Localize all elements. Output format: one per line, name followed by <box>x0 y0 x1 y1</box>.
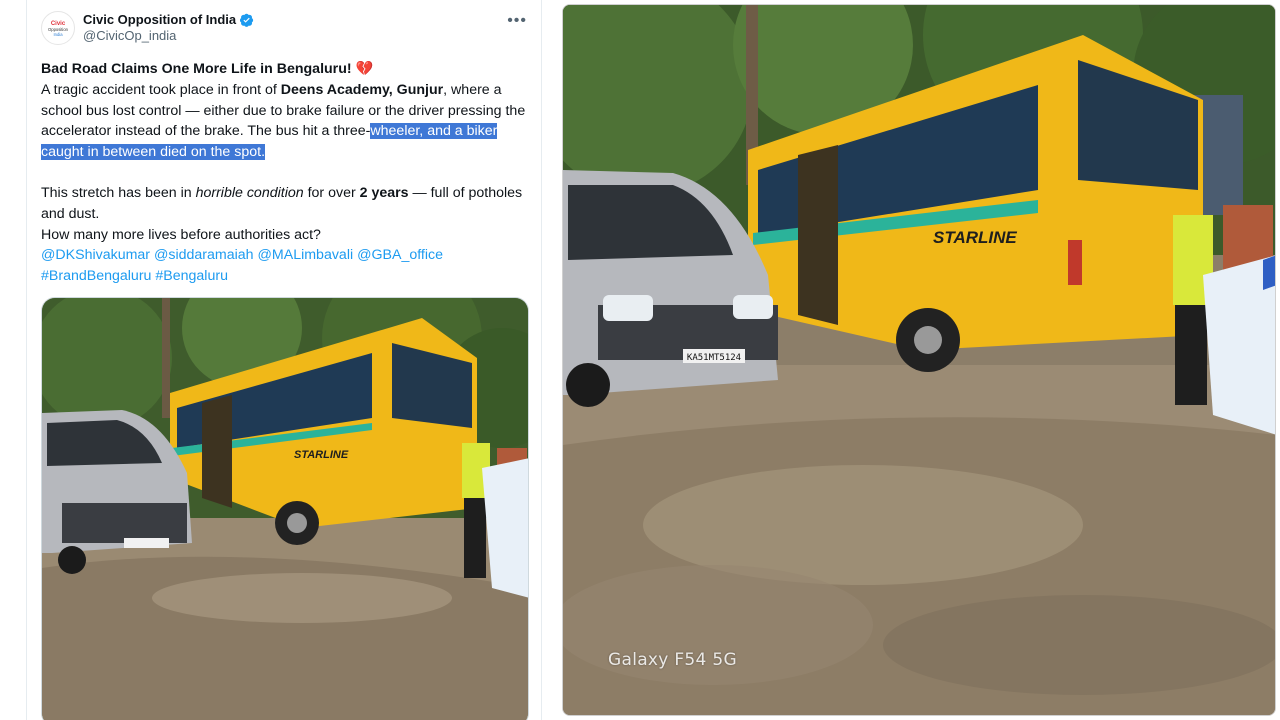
author-handle[interactable]: @CivicOp_india <box>83 28 254 44</box>
tweet-text: Bad Road Claims One More Life in Bengalu… <box>41 59 527 287</box>
avatar[interactable]: Civic Opposition India <box>41 11 75 45</box>
hashtag-link[interactable]: #BrandBengaluru <box>41 268 151 284</box>
camera-watermark: Galaxy F54 5G <box>608 650 737 670</box>
author-display-name[interactable]: Civic Opposition of India <box>83 12 236 28</box>
tweet-card: Civic Opposition India Civic Opposition … <box>26 0 542 720</box>
hashtag-link[interactable]: #Bengaluru <box>155 268 228 284</box>
tweet-paragraph-3: How many more lives before authorities a… <box>41 226 321 243</box>
svg-text:India: India <box>53 32 63 37</box>
tweet-header: Civic Opposition India Civic Opposition … <box>41 10 527 46</box>
hashtags-line: #BrandBengaluru #Bengaluru <box>41 266 527 287</box>
more-options-icon[interactable]: ••• <box>507 12 527 30</box>
tweet-headline: Bad Road Claims One More Life in Bengalu… <box>41 61 374 77</box>
mention-link[interactable]: @MALimbavali <box>258 247 354 263</box>
mention-link[interactable]: @GBA_office <box>357 247 443 263</box>
verified-badge-icon <box>240 13 254 27</box>
avatar-logo-icon: Civic Opposition India <box>44 14 72 42</box>
author-names: Civic Opposition of India @CivicOp_india <box>83 12 254 44</box>
svg-text:STARLINE: STARLINE <box>933 228 1017 247</box>
tweet-paragraph-2: This stretch has been in horrible condit… <box>41 184 523 222</box>
mention-link[interactable]: @siddaramaiah <box>154 247 254 263</box>
broken-heart-icon: 💔 <box>355 61 374 77</box>
expanded-photo[interactable]: STARLINE KA51MT5124 Galaxy F54 5G <box>562 4 1276 716</box>
svg-text:KA51MT5124: KA51MT5124 <box>687 353 741 363</box>
mentions-line: @DKShivakumar @siddaramaiah @MALimbavali… <box>41 245 527 266</box>
tweet-media-photo[interactable]: STARLINE <box>41 297 529 720</box>
svg-text:STARLINE: STARLINE <box>294 449 349 461</box>
tweet-paragraph-1: A tragic accident took place in front of… <box>41 81 526 161</box>
mention-link[interactable]: @DKShivakumar <box>41 247 150 263</box>
